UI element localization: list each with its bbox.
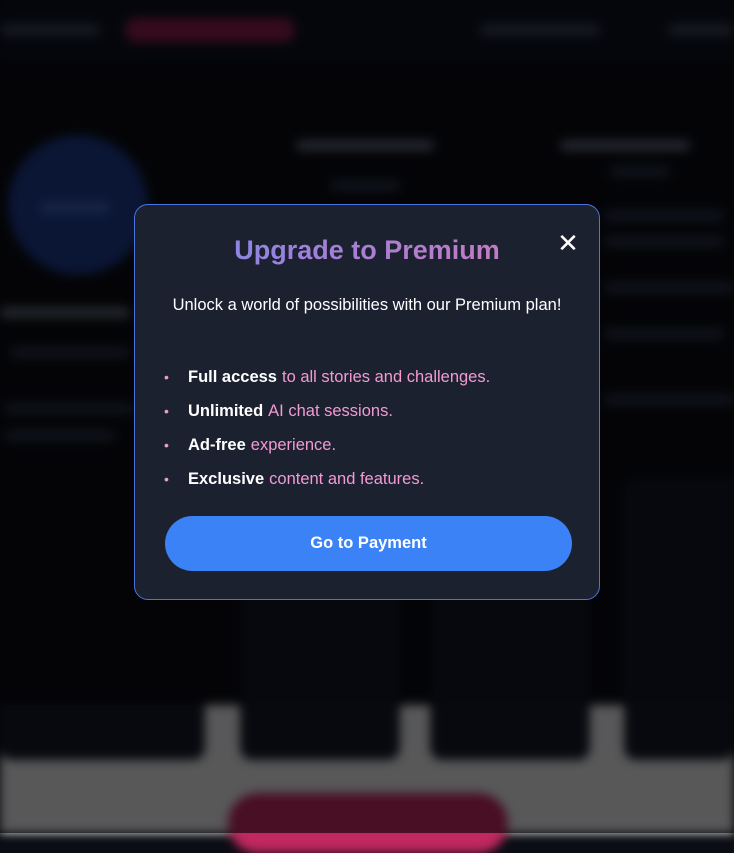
benefit-description: content and features. xyxy=(269,469,425,488)
bullet-icon: • xyxy=(164,369,169,385)
benefit-item: • Ad-free experience. xyxy=(164,428,490,462)
modal-title: Upgrade to Premium xyxy=(135,235,599,266)
modal-subtitle: Unlock a world of possibilities with our… xyxy=(172,296,562,314)
benefit-highlight: Full access xyxy=(188,367,277,386)
benefit-highlight: Exclusive xyxy=(188,469,265,488)
benefit-item: • Unlimited AI chat sessions. xyxy=(164,394,490,428)
benefit-item: • Exclusive content and features. xyxy=(164,462,490,496)
benefit-description: to all stories and challenges. xyxy=(281,367,491,386)
upgrade-modal: Upgrade to Premium ✕ Unlock a world of p… xyxy=(134,204,600,600)
close-icon[interactable]: ✕ xyxy=(556,231,580,257)
go-to-payment-button[interactable]: Go to Payment xyxy=(165,516,572,571)
benefit-item: • Full access to all stories and challen… xyxy=(164,360,490,394)
benefit-highlight: Ad-free xyxy=(188,435,246,454)
benefits-list: • Full access to all stories and challen… xyxy=(164,360,490,496)
bullet-icon: • xyxy=(164,403,169,419)
benefit-description: experience. xyxy=(250,435,337,454)
benefit-description: AI chat sessions. xyxy=(268,401,393,420)
benefit-highlight: Unlimited xyxy=(188,401,264,420)
bullet-icon: • xyxy=(164,471,169,487)
bullet-icon: • xyxy=(164,437,169,453)
